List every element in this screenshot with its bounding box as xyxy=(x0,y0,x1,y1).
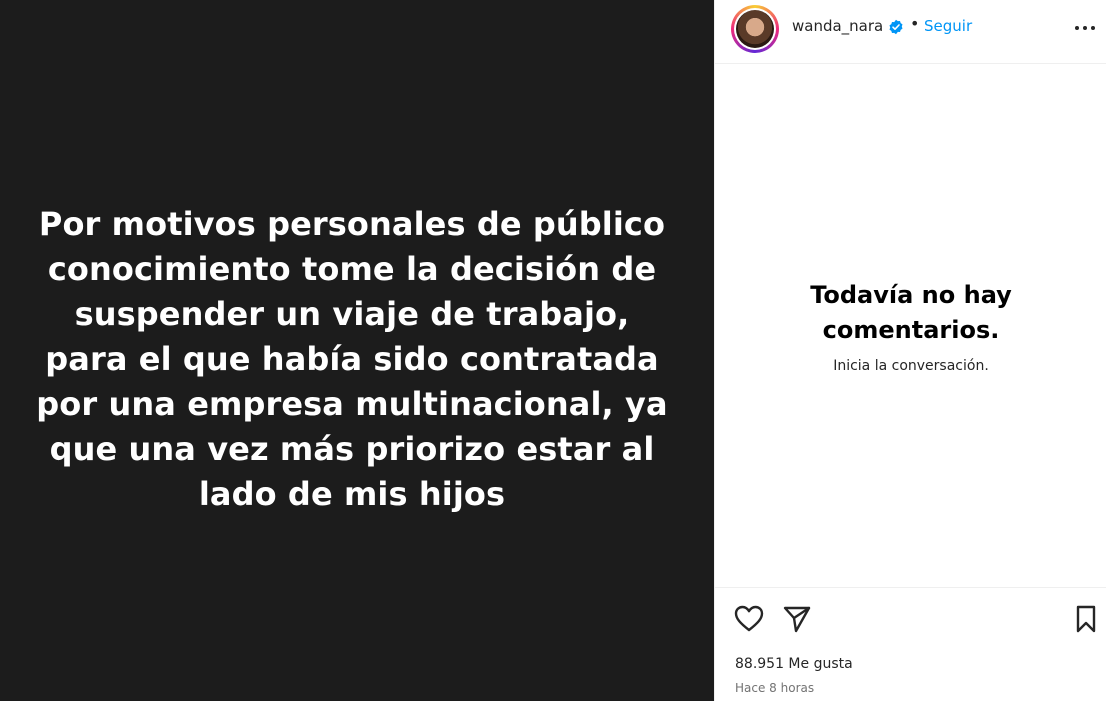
post-actions: 88.951 Me gusta Hace 8 horas xyxy=(715,587,1106,701)
post-header: wanda_nara • Seguir xyxy=(715,0,1106,64)
no-comments-title: Todavía no hay comentarios. xyxy=(810,281,1012,344)
post-caption-text: Por motivos personales de público conoci… xyxy=(36,205,668,513)
bookmark-icon[interactable] xyxy=(1071,603,1101,635)
post-image[interactable]: Por motivos personales de público conoci… xyxy=(0,0,714,701)
more-options-icon[interactable] xyxy=(1071,15,1099,39)
username-link[interactable]: wanda_nara xyxy=(792,17,883,35)
heart-icon[interactable] xyxy=(733,603,765,635)
follow-button[interactable]: Seguir xyxy=(924,17,972,35)
avatar[interactable] xyxy=(731,5,779,53)
no-comments-subtitle: Inicia la conversación. xyxy=(833,358,989,374)
post-side-panel: wanda_nara • Seguir Todavía no hay comen… xyxy=(714,0,1106,701)
paper-plane-icon[interactable] xyxy=(781,603,813,635)
post-timestamp[interactable]: Hace 8 horas xyxy=(735,681,814,695)
profile-photo xyxy=(736,10,774,48)
separator-dot: • xyxy=(910,14,920,33)
likes-count[interactable]: 88.951 Me gusta xyxy=(735,656,853,672)
verified-badge-icon xyxy=(889,19,903,35)
